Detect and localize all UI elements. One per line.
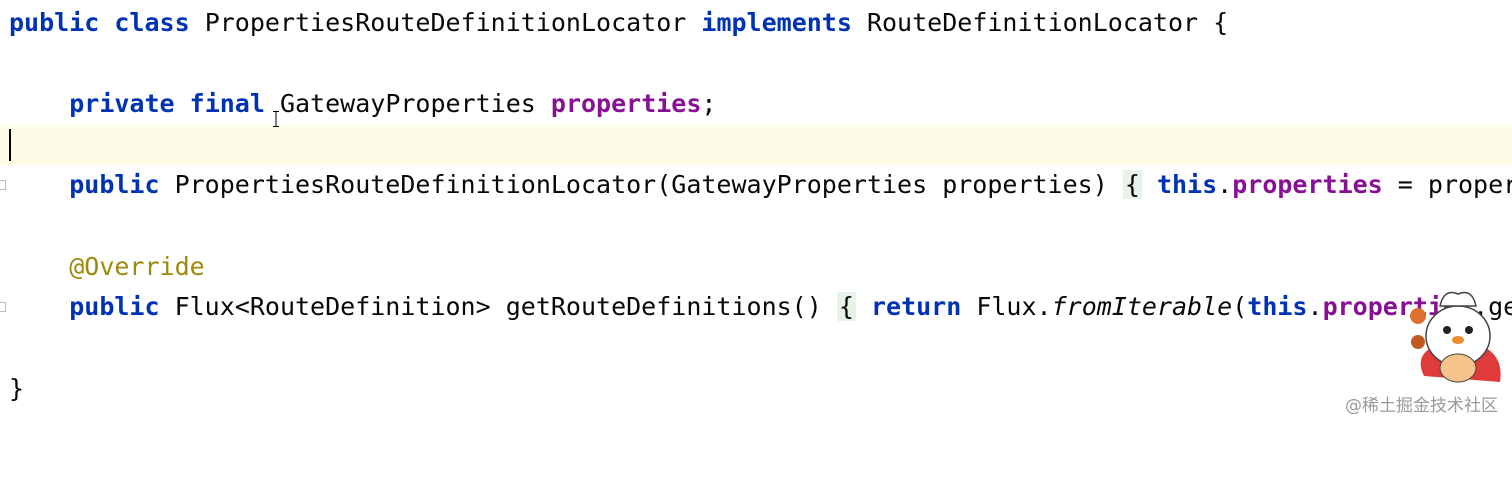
code-text: public Flux<RouteDefinition> getRouteDef… [9,287,1512,327]
code-line-annotation[interactable]: @Override [0,247,1512,287]
keyword-private: private [69,89,175,118]
type-name: GatewayProperties [264,89,551,118]
field-name: properties [1232,170,1383,199]
code-text: @Override [9,247,205,287]
method-signature: Flux<RouteDefinition> getRouteDefinition… [159,292,837,321]
dot: . [1307,292,1323,321]
flux-class: Flux. [961,292,1052,321]
keyword-final: final [189,89,265,118]
watermark: @稀土掘金技术社区 [1345,396,1498,416]
code-line-class-declaration[interactable]: public class PropertiesRouteDefinitionLo… [0,3,1512,43]
code-text: public class PropertiesRouteDefinitionLo… [9,3,1228,43]
annotation-override: @Override [69,252,205,281]
code-line-constructor[interactable]: public PropertiesRouteDefinitionLocator(… [0,165,1512,205]
keyword-this: this [1247,292,1308,321]
method-call-fromiterable: fromIterable [1051,292,1233,321]
semicolon: ; [701,89,717,118]
class-name: PropertiesRouteDefinitionLocator [189,8,702,37]
constructor-signature: PropertiesRouteDefinitionLocator(Gateway… [159,170,1123,199]
code-line-field-declaration[interactable]: private final GatewayProperties properti… [0,84,1512,124]
text-cursor-icon [273,111,279,127]
fold-marker-icon[interactable] [0,180,6,190]
code-editor[interactable]: public class PropertiesRouteDefinitionLo… [0,0,1512,426]
keyword-public: public [69,170,160,199]
folded-brace[interactable]: { [836,292,856,321]
text-caret [9,129,11,161]
mascot-sticker-icon [1410,291,1501,383]
paren: ( [1232,292,1248,321]
dot: . [1217,170,1233,199]
code-line-closing-brace[interactable]: } [0,369,1512,409]
fold-marker-icon[interactable] [0,302,6,312]
keyword-implements: implements [701,8,852,37]
code-line-current[interactable] [0,125,1512,165]
folded-brace[interactable]: { [1122,170,1142,199]
keyword-this: this [1156,170,1218,199]
code-text: private final GatewayProperties properti… [9,84,716,124]
code-text: public PropertiesRouteDefinitionLocator(… [9,165,1512,205]
keyword-return: return [870,292,962,321]
keyword-class: class [114,8,190,37]
closing-brace: } [9,374,25,403]
keyword-public: public [9,8,100,37]
field-name: properties [550,89,702,118]
assignment: = properties [1397,170,1512,199]
interface-name: RouteDefinitionLocator { [851,8,1229,37]
code-line-method[interactable]: public Flux<RouteDefinition> getRouteDef… [0,287,1512,327]
keyword-public: public [69,292,160,321]
